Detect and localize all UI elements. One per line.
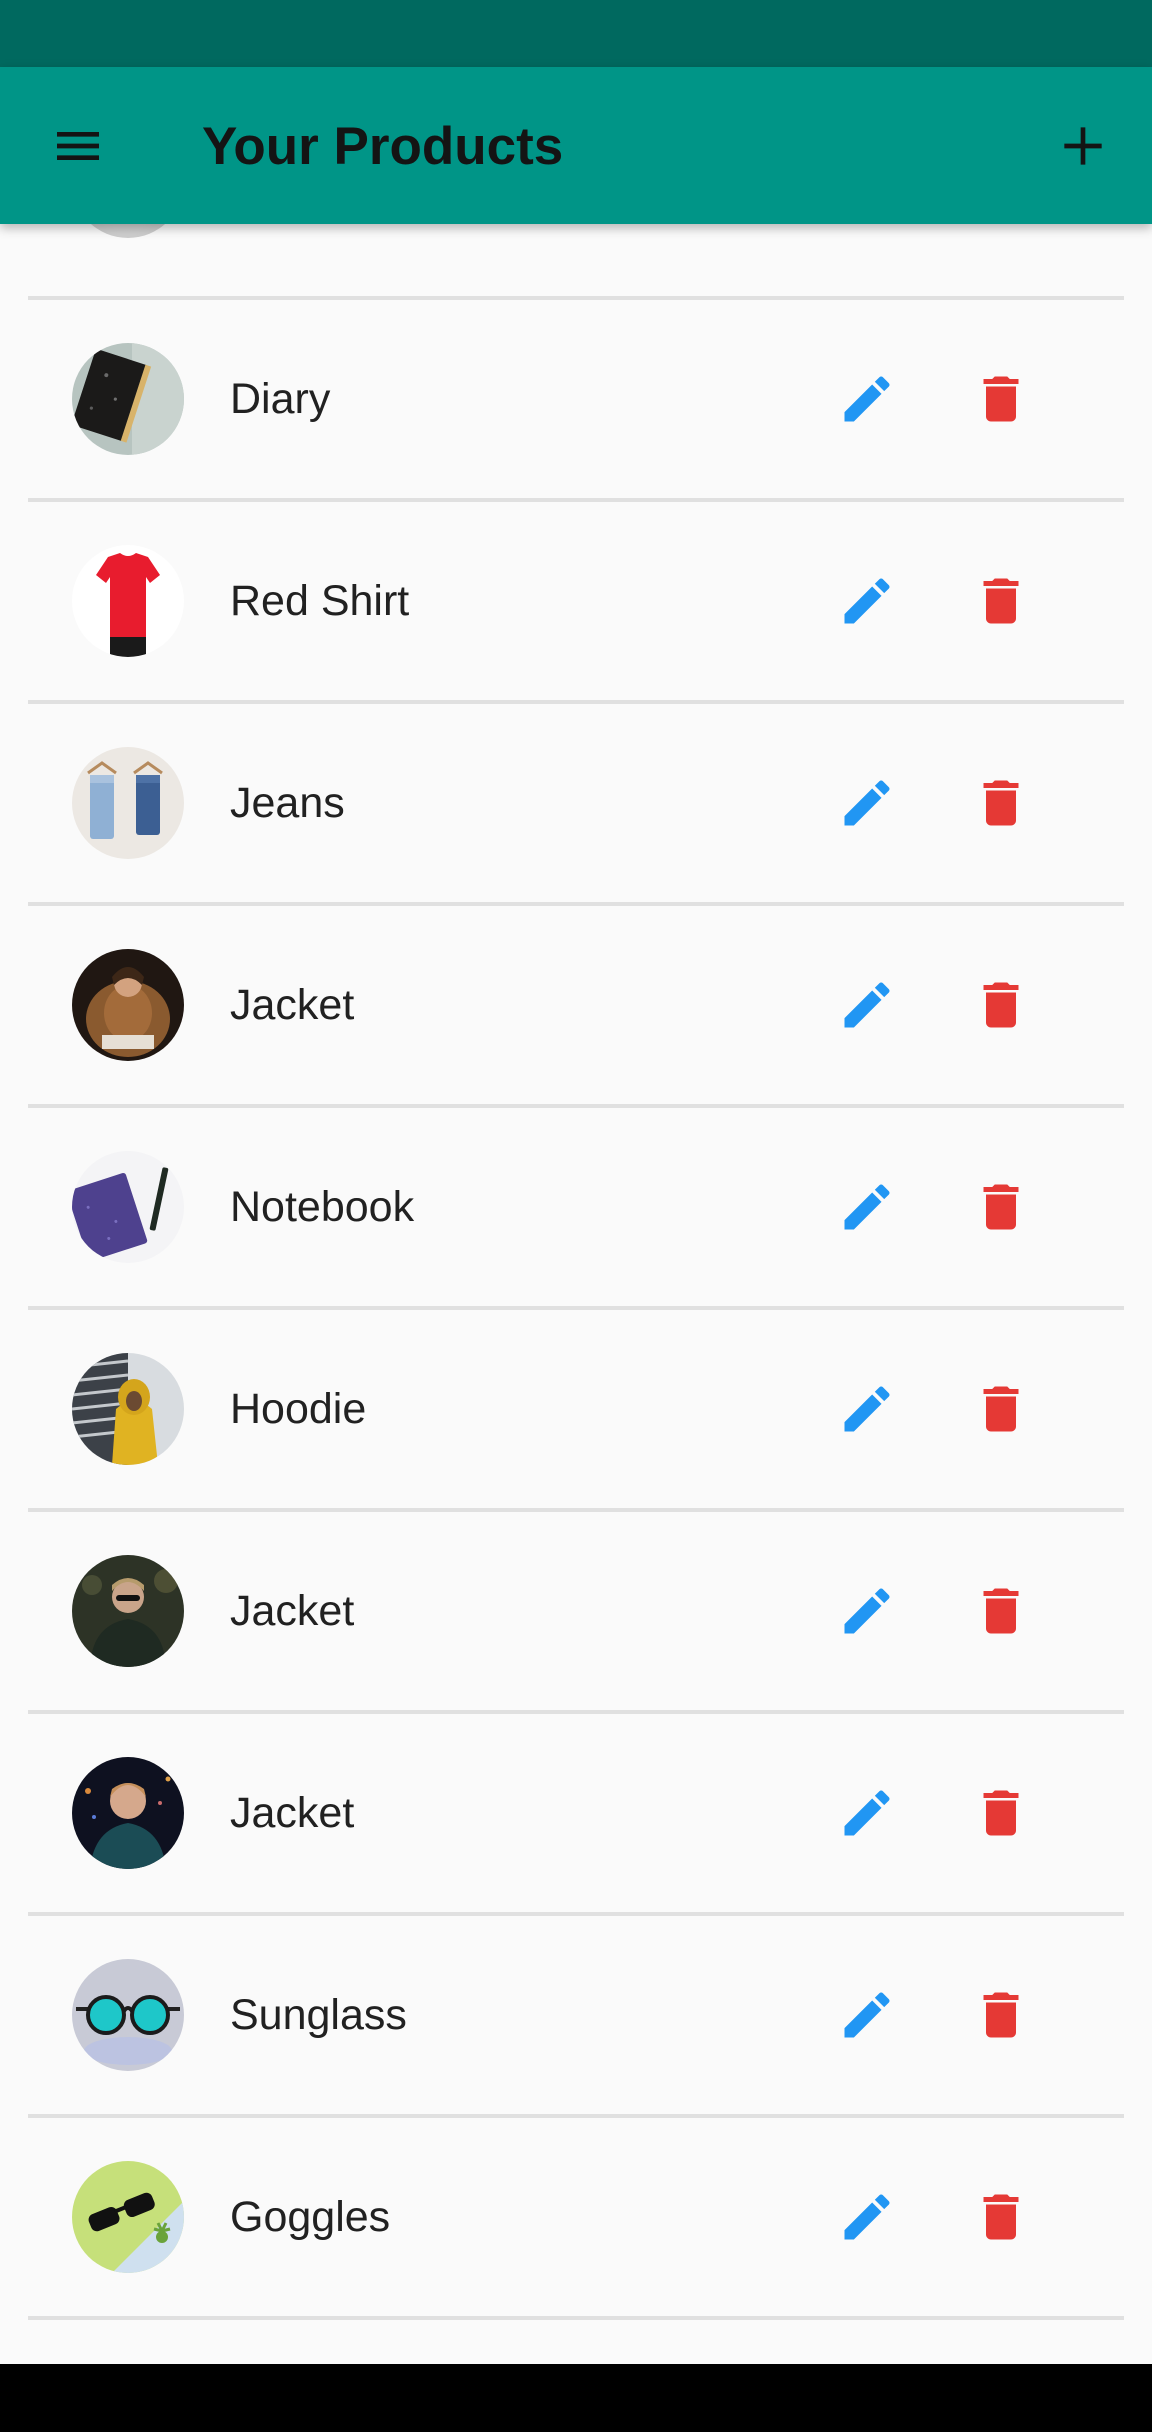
delete-button[interactable] (964, 1574, 1038, 1648)
list-item[interactable]: Jeans (0, 704, 1152, 902)
list-item[interactable]: Goggles (0, 2118, 1152, 2316)
product-thumbnail (72, 1959, 184, 2071)
delete-icon (983, 1790, 1019, 1836)
delete-icon (983, 1992, 1019, 2038)
edit-button[interactable] (830, 968, 904, 1042)
edit-button[interactable] (830, 766, 904, 840)
list-item[interactable]: Red Shirt (0, 502, 1152, 700)
product-list[interactable]: Diary Red Shirt Jeans Jacket Notebook Ho… (0, 224, 1152, 2364)
menu-button[interactable] (40, 111, 116, 181)
product-thumbnail (72, 1555, 184, 1667)
list-item[interactable]: Sunglass (0, 1916, 1152, 2114)
product-name: Diary (230, 375, 331, 423)
add-product-button[interactable] (1048, 111, 1118, 181)
menu-icon (57, 132, 99, 160)
product-name: Notebook (230, 1183, 415, 1231)
delete-button[interactable] (964, 766, 1038, 840)
edit-icon (844, 1790, 890, 1836)
delete-icon (983, 1184, 1019, 1230)
edit-icon (844, 1386, 890, 1432)
edit-icon (844, 1184, 890, 1230)
edit-button[interactable] (830, 1170, 904, 1244)
product-thumbnail (72, 224, 184, 238)
delete-button[interactable] (964, 1372, 1038, 1446)
product-name: Jeans (230, 779, 345, 827)
delete-icon (983, 1588, 1019, 1634)
delete-icon (983, 578, 1019, 624)
edit-icon (844, 578, 890, 624)
product-thumbnail (72, 1151, 184, 1263)
delete-button[interactable] (964, 1776, 1038, 1850)
product-name: Hoodie (230, 1385, 367, 1433)
product-name: Jacket (230, 981, 355, 1029)
list-item[interactable]: Jacket (0, 1512, 1152, 1710)
delete-button[interactable] (964, 1978, 1038, 2052)
edit-button[interactable] (830, 1978, 904, 2052)
edit-icon (844, 1588, 890, 1634)
product-thumbnail (72, 545, 184, 657)
list-item[interactable]: Diary (0, 300, 1152, 498)
edit-button[interactable] (830, 362, 904, 436)
product-thumbnail (72, 747, 184, 859)
product-name: Sunglass (230, 1991, 407, 2039)
delete-icon (983, 376, 1019, 422)
product-thumbnail (72, 1757, 184, 1869)
app-bar: Your Products (0, 67, 1152, 224)
edit-icon (844, 1992, 890, 2038)
product-name: Goggles (230, 2193, 391, 2241)
page-title: Your Products (202, 117, 564, 176)
delete-button[interactable] (964, 968, 1038, 1042)
product-thumbnail (72, 949, 184, 1061)
list-item[interactable]: Notebook (0, 1108, 1152, 1306)
delete-icon (983, 982, 1019, 1028)
product-name: Jacket (230, 1587, 355, 1635)
product-thumbnail (72, 343, 184, 455)
edit-button[interactable] (830, 1776, 904, 1850)
delete-icon (983, 2194, 1019, 2240)
list-item-partial (0, 224, 1152, 296)
navigation-bar (0, 2364, 1152, 2432)
delete-button[interactable] (964, 362, 1038, 436)
edit-button[interactable] (830, 1372, 904, 1446)
list-divider (28, 2316, 1124, 2320)
add-icon (1064, 127, 1102, 165)
edit-button[interactable] (830, 1574, 904, 1648)
list-item[interactable]: Jacket (0, 906, 1152, 1104)
delete-icon (983, 1386, 1019, 1432)
list-item[interactable]: Jacket (0, 1714, 1152, 1912)
edit-button[interactable] (830, 2180, 904, 2254)
product-thumbnail (72, 1353, 184, 1465)
delete-button[interactable] (964, 1170, 1038, 1244)
delete-icon (983, 780, 1019, 826)
list-item[interactable]: Hoodie (0, 1310, 1152, 1508)
delete-button[interactable] (964, 564, 1038, 638)
status-bar (0, 0, 1152, 67)
product-name: Red Shirt (230, 577, 410, 625)
edit-icon (844, 2194, 890, 2240)
edit-icon (844, 376, 890, 422)
delete-button[interactable] (964, 2180, 1038, 2254)
edit-icon (844, 780, 890, 826)
edit-button[interactable] (830, 564, 904, 638)
product-thumbnail (72, 2161, 184, 2273)
edit-icon (844, 982, 890, 1028)
product-name: Jacket (230, 1789, 355, 1837)
